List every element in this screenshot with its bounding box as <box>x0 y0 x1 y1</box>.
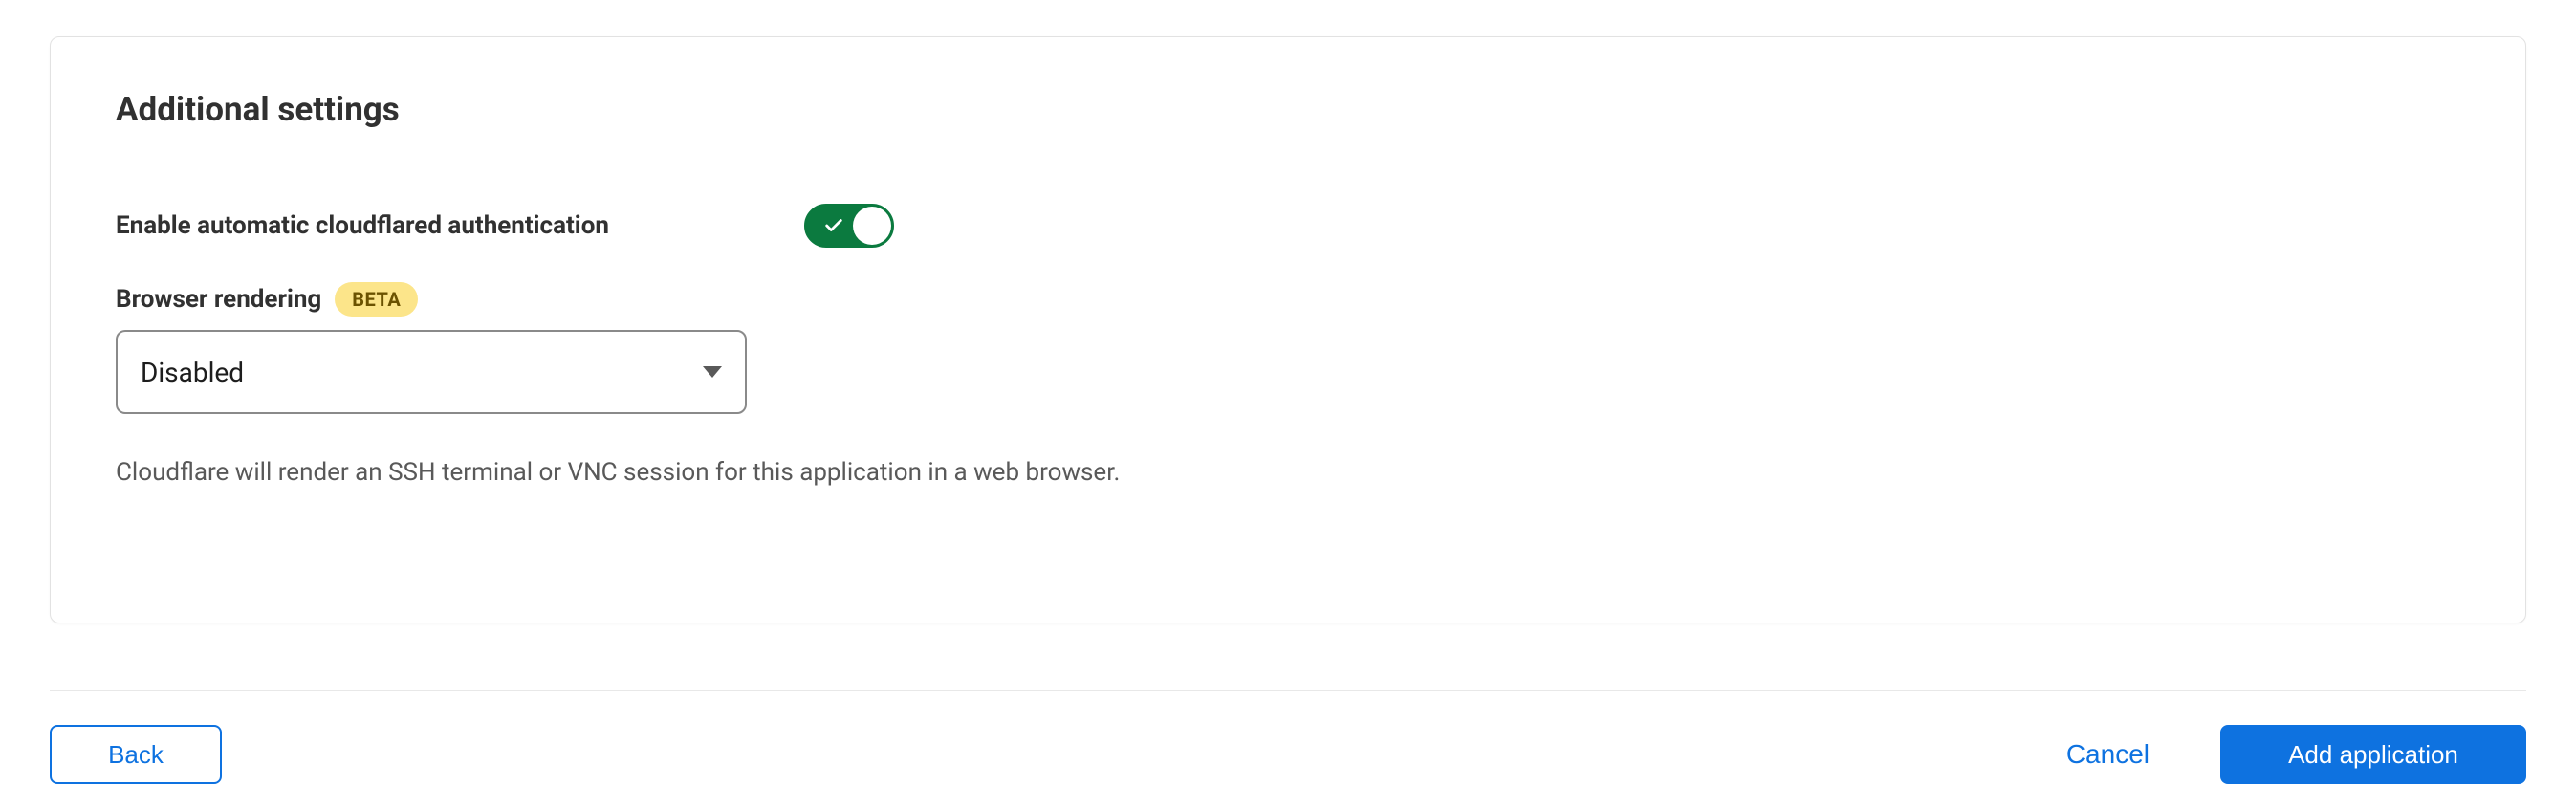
auto-auth-label: Enable automatic cloudflared authenticat… <box>116 211 804 240</box>
chevron-down-icon <box>703 366 722 378</box>
footer-separator <box>50 690 2526 691</box>
check-icon <box>823 215 844 236</box>
browser-rendering-select[interactable]: Disabled <box>116 330 747 414</box>
footer: Back Cancel Add application <box>50 721 2526 788</box>
section-title: Additional settings <box>116 90 2460 129</box>
additional-settings-card: Additional settings Enable automatic clo… <box>50 36 2526 623</box>
cancel-button[interactable]: Cancel <box>2038 725 2178 784</box>
auto-auth-toggle[interactable] <box>804 204 894 248</box>
footer-right: Cancel Add application <box>2038 725 2526 784</box>
beta-badge: BETA <box>335 282 418 317</box>
browser-rendering-help: Cloudflare will render an SSH terminal o… <box>116 458 2460 487</box>
toggle-knob <box>853 207 891 245</box>
browser-rendering-value: Disabled <box>141 357 244 388</box>
browser-rendering-label-row: Browser rendering BETA <box>116 282 2460 317</box>
auto-auth-row: Enable automatic cloudflared authenticat… <box>116 204 2460 248</box>
back-button[interactable]: Back <box>50 725 222 784</box>
browser-rendering-label: Browser rendering <box>116 285 321 314</box>
add-application-button[interactable]: Add application <box>2220 725 2526 784</box>
